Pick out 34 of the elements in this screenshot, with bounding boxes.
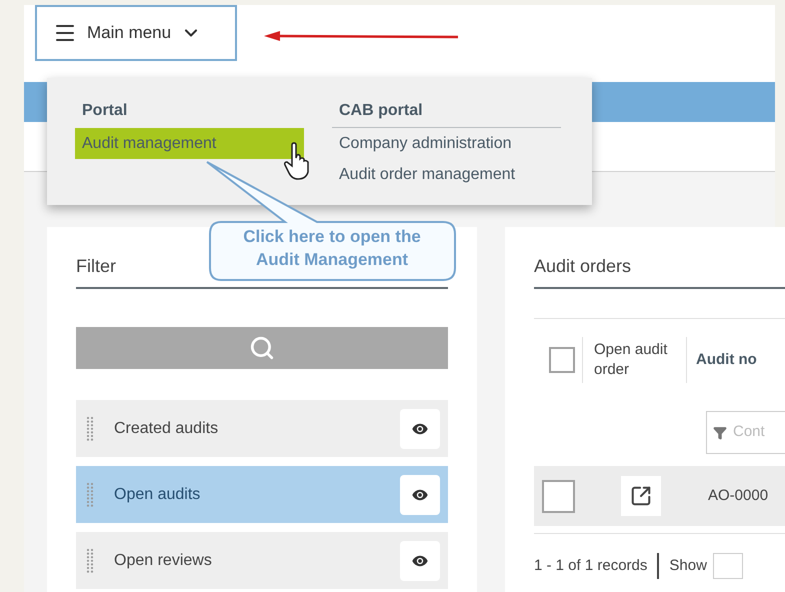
filter-item[interactable]: Created audits — [76, 400, 448, 457]
drag-handle-icon[interactable] — [86, 548, 94, 574]
filter-item-label: Open reviews — [114, 550, 213, 570]
menu-heading: CAB portal — [332, 100, 561, 128]
page-size-field[interactable] — [712, 553, 743, 579]
menu-heading: Portal — [81, 101, 128, 121]
filter-item-label: Created audits — [114, 418, 220, 438]
column-header[interactable]: Open audit order — [594, 340, 684, 380]
main-menu-button[interactable]: Main menu — [35, 5, 237, 61]
visibility-button[interactable] — [400, 540, 440, 580]
checkbox[interactable] — [549, 347, 575, 373]
menu-item[interactable]: Audit management — [75, 128, 304, 159]
column-header[interactable]: Audit no — [696, 348, 757, 372]
open-button[interactable] — [621, 476, 661, 516]
show-label: Show — [669, 556, 707, 576]
search-icon — [249, 335, 275, 361]
menu-item[interactable]: Company administration — [332, 128, 561, 159]
visibility-button[interactable] — [400, 408, 440, 448]
filter-item-label: Open audits — [114, 484, 202, 504]
panel-title: Audit orders — [534, 254, 785, 289]
external-link-icon — [630, 485, 652, 507]
filter-item[interactable]: Open audits — [76, 466, 448, 523]
filter-item[interactable]: Open reviews — [76, 532, 448, 589]
table-cell-text: AO-0000 — [708, 486, 768, 506]
records-count: 1 - 1 of 1 records — [534, 556, 648, 576]
drag-handle-icon[interactable] — [86, 482, 94, 508]
hand-cursor-icon — [284, 142, 310, 180]
drag-handle-icon[interactable] — [86, 416, 94, 442]
filter-icon — [713, 426, 727, 440]
menu-item[interactable]: Audit order management — [332, 159, 561, 190]
visibility-button[interactable] — [400, 474, 440, 514]
table-row[interactable]: AO-0000 — [534, 466, 785, 526]
callout-text: Click here to open the Audit Management — [242, 226, 422, 271]
checkbox[interactable] — [542, 480, 575, 512]
